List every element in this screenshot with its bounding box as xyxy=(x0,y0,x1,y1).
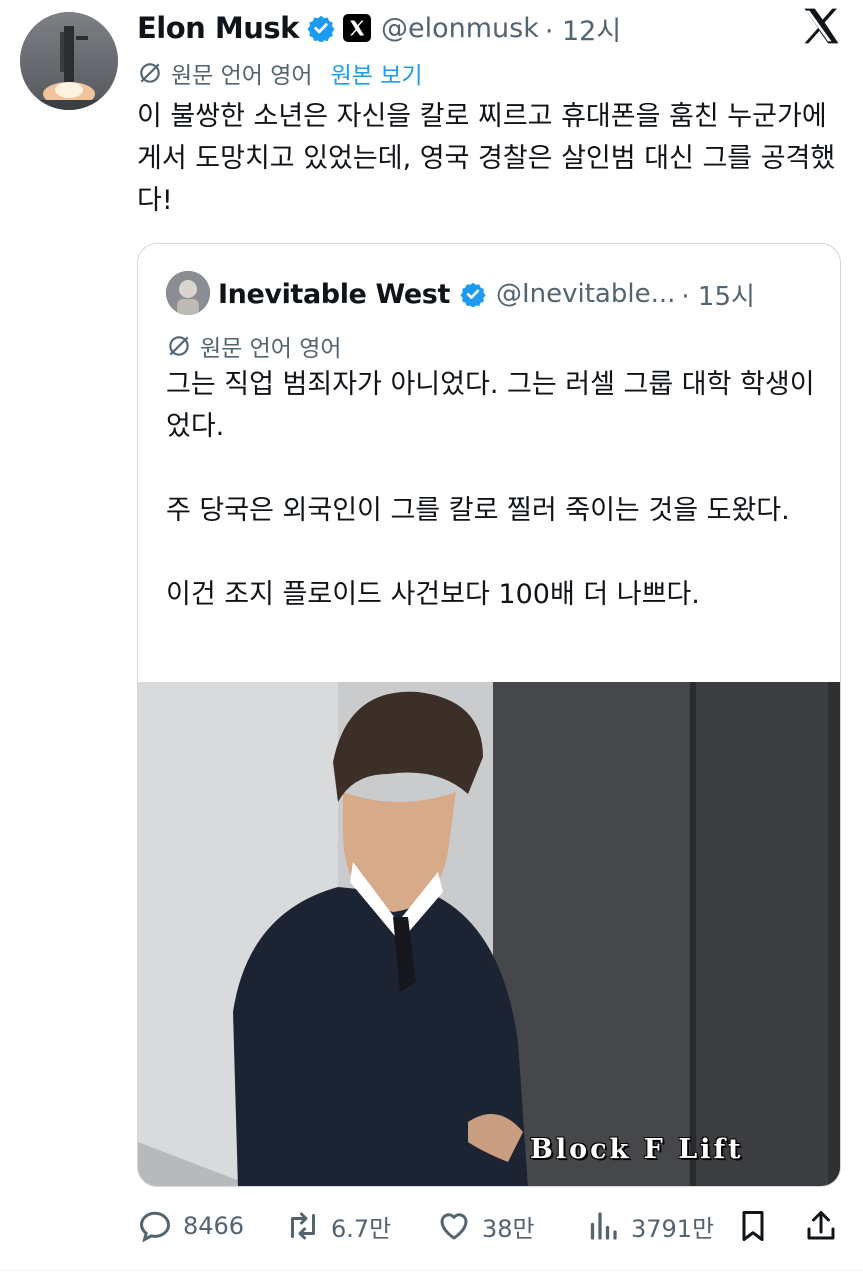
quote-author-avatar[interactable] xyxy=(166,271,210,315)
views-count: 3791만 xyxy=(631,1214,715,1243)
translated-from-label: 원문 언어 영어 xyxy=(171,63,313,89)
quoted-tweet[interactable]: Inevitable West @Inevitable... · 15시 원문 … xyxy=(137,243,841,1187)
quote-author-name[interactable]: Inevitable West xyxy=(218,279,450,310)
quote-translation-notice: 원문 언어 영어 xyxy=(166,329,342,363)
retweet-button[interactable]: 6.7만 xyxy=(285,1200,391,1252)
bookmark-icon xyxy=(742,1211,764,1241)
quote-author-handle[interactable]: @Inevitable... xyxy=(496,279,675,309)
heart-icon xyxy=(440,1213,468,1240)
author-name[interactable]: Elon Musk xyxy=(137,11,299,45)
quote-paragraph: 주 당국은 외국인이 그를 칼로 찔러 죽이는 것을 도왔다. xyxy=(166,495,790,526)
retweet-count: 6.7만 xyxy=(331,1214,392,1243)
reply-button[interactable]: 8466 xyxy=(137,1200,244,1252)
like-count: 38만 xyxy=(482,1214,535,1243)
x-logo-icon xyxy=(342,14,371,42)
verified-badge-icon xyxy=(307,15,335,42)
quote-media-image[interactable]: Block F Lift xyxy=(138,682,840,1186)
show-original-link[interactable]: 원본 보기 xyxy=(331,56,423,90)
quote-header: Inevitable West @Inevitable... · 15시 xyxy=(218,274,755,314)
quote-translated-from-label: 원문 언어 영어 xyxy=(200,336,342,362)
tweet-header: Elon Musk @elonmusk · 12시 xyxy=(137,6,621,50)
bookmark-button[interactable] xyxy=(735,1200,771,1252)
reply-icon xyxy=(139,1211,171,1243)
translate-icon xyxy=(169,336,189,356)
quote-paragraph: 그는 직업 범죄자가 아니었다. 그는 러셀 그룹 대학 학생이었다. xyxy=(166,369,815,442)
views-icon xyxy=(590,1212,617,1240)
like-button[interactable]: 38만 xyxy=(436,1200,535,1252)
quote-text: 그는 직업 범죄자가 아니었다. 그는 러셀 그룹 대학 학생이었다. 주 당국… xyxy=(166,364,826,616)
share-icon xyxy=(807,1211,835,1240)
author-handle[interactable]: @elonmusk xyxy=(381,13,539,44)
reply-count: 8466 xyxy=(183,1212,245,1240)
views-button[interactable]: 3791만 xyxy=(585,1200,714,1252)
translation-notice: 원문 언어 영어 원본 보기 xyxy=(137,56,423,90)
verified-badge-icon xyxy=(460,282,486,307)
retweet-icon xyxy=(291,1212,315,1240)
tweet-text: 이 불쌍한 소년은 자신을 칼로 찌르고 휴대폰을 훔친 누군가에게서 도망치고… xyxy=(137,101,836,216)
tweet-time[interactable]: · 12시 xyxy=(545,9,621,48)
quote-time[interactable]: · 15시 xyxy=(681,276,755,313)
divider xyxy=(0,1270,863,1271)
translate-icon xyxy=(140,63,160,83)
author-avatar[interactable] xyxy=(20,12,118,110)
action-bar: 8466 6.7만 38만 3791만 xyxy=(0,1200,863,1260)
x-close-icon[interactable] xyxy=(799,4,843,48)
share-button[interactable] xyxy=(803,1200,839,1252)
media-overlay-label: Block F Lift xyxy=(530,1134,744,1165)
quote-paragraph: 이건 조지 플로이드 사건보다 100배 더 나쁘다. xyxy=(166,579,700,610)
